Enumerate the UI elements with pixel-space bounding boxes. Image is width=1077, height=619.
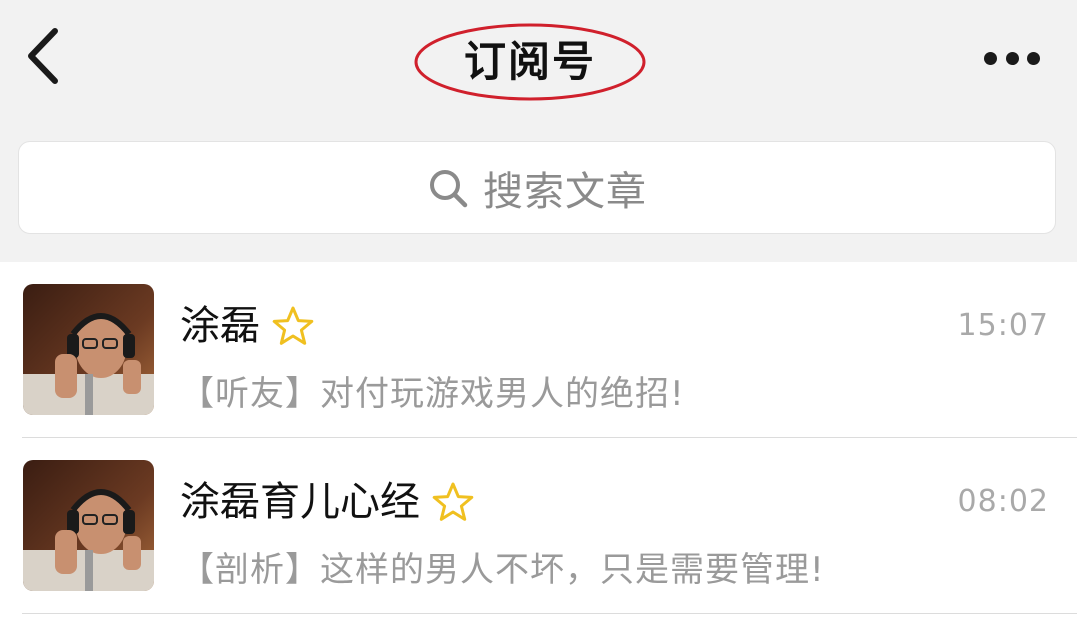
- subscription-accounts-screen: 订阅号 搜索文章 涂磊 15:07 【听友】对付玩游戏男人的绝招! 涂磊育儿心经…: [0, 0, 1077, 619]
- back-button[interactable]: [18, 26, 68, 86]
- search-placeholder: 搜索文章: [483, 168, 647, 215]
- list-item[interactable]: 涂磊育儿心经 08:02 【剖析】这样的男人不坏，只是需要管理!: [0, 438, 1077, 614]
- list-item[interactable]: 涂磊 15:07 【听友】对付玩游戏男人的绝招!: [0, 262, 1077, 438]
- subscription-list: 涂磊 15:07 【听友】对付玩游戏男人的绝招! 涂磊育儿心经 08:02 【剖…: [0, 262, 1077, 619]
- avatar: [23, 460, 154, 591]
- avatar: [23, 284, 154, 415]
- message-time: 08:02: [957, 484, 1049, 519]
- message-preview: 【剖析】这样的男人不坏，只是需要管理!: [180, 550, 825, 590]
- more-dots-icon: [1005, 51, 1019, 65]
- message-time: 15:07: [957, 308, 1049, 343]
- avatar-photo: [23, 460, 154, 591]
- message-preview: 【听友】对付玩游戏男人的绝招!: [180, 374, 685, 414]
- account-name: 涂磊育儿心经: [180, 479, 420, 525]
- account-name-row: 涂磊: [180, 300, 314, 352]
- star-icon: [272, 306, 314, 345]
- more-dots-icon: [1027, 51, 1040, 65]
- page-title: 订阅号: [463, 37, 596, 86]
- search-icon: [430, 169, 468, 207]
- account-name-row: 涂磊育儿心经: [180, 476, 474, 528]
- more-options-button[interactable]: [976, 38, 1048, 78]
- account-name: 涂磊: [180, 303, 260, 349]
- divider: [22, 613, 1077, 614]
- nav-header: 订阅号: [0, 0, 1077, 120]
- page-title-container: 订阅号: [413, 22, 647, 102]
- avatar-photo: [23, 284, 154, 415]
- more-dots-icon: [984, 51, 997, 65]
- chevron-left-icon: [28, 28, 58, 84]
- star-icon: [432, 482, 474, 521]
- search-input[interactable]: 搜索文章: [18, 141, 1056, 234]
